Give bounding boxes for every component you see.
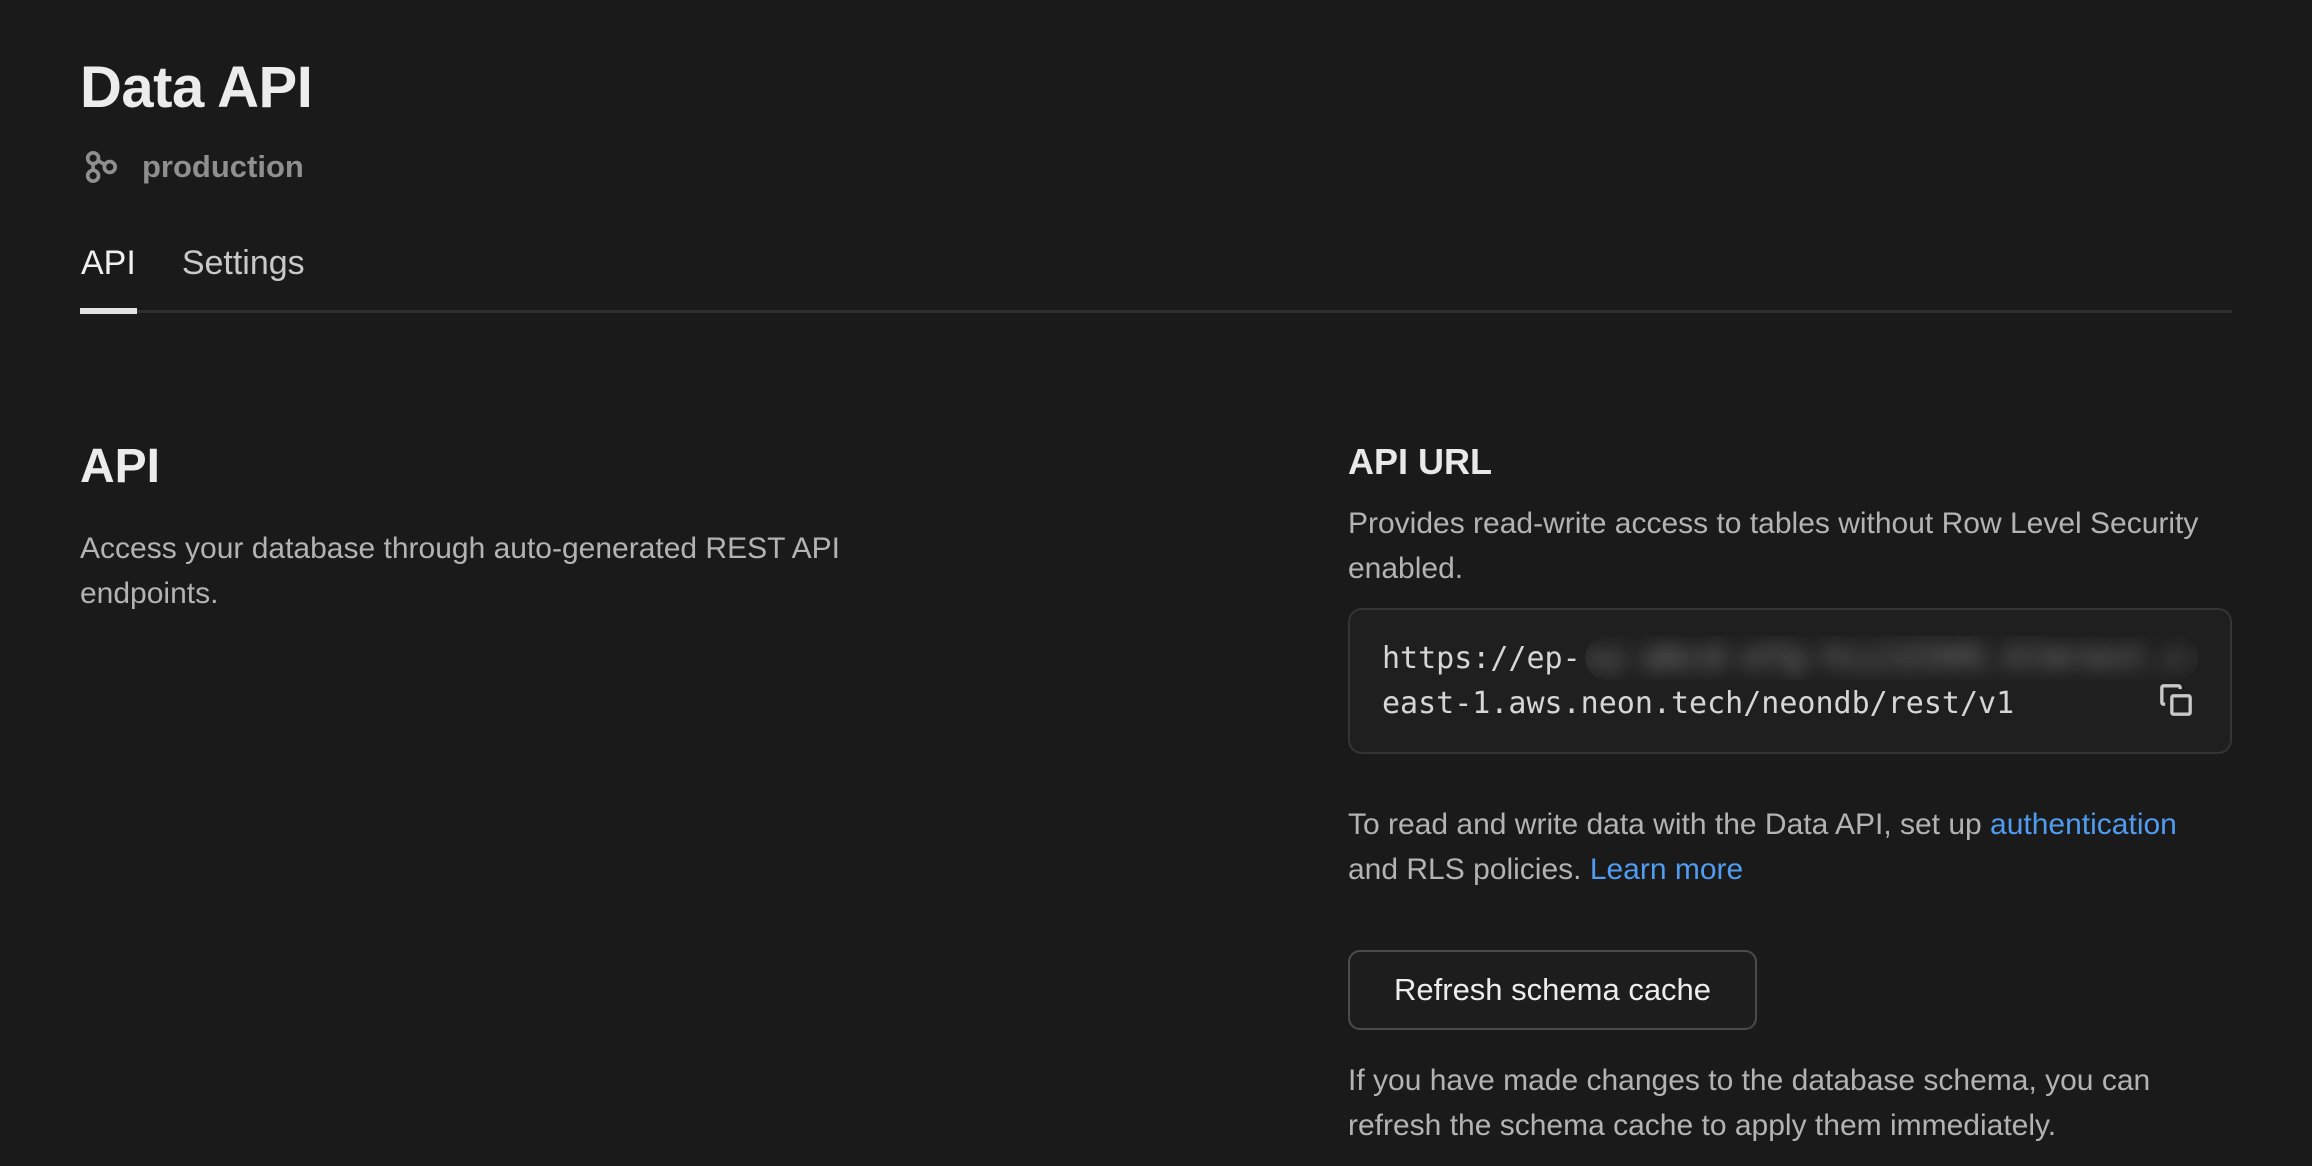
refresh-schema-cache-button[interactable]: Refresh schema cache: [1348, 950, 1757, 1030]
api-url-panel: API URL Provides read-write access to ta…: [1348, 441, 2232, 1148]
copy-api-url-button[interactable]: [2152, 678, 2200, 726]
refresh-note: If you have made changes to the database…: [1348, 1058, 2232, 1148]
auth-note: To read and write data with the Data API…: [1348, 802, 2232, 892]
data-api-page: Data API production API Settings A: [0, 0, 2312, 1166]
git-branch-icon: [80, 146, 122, 188]
api-section-description: Access your database through auto-genera…: [80, 526, 910, 616]
api-url-line-1: https://ep- xy-abcd-efg-hij12345.klmrest…: [1382, 636, 2198, 681]
page-content: Data API production API Settings A: [0, 0, 2312, 1148]
api-section-intro: API Access your database through auto-ge…: [80, 441, 910, 1148]
auth-note-text-1: To read and write data with the Data API…: [1348, 808, 1990, 841]
page-title: Data API: [80, 56, 2232, 120]
api-url-description: Provides read-write access to tables wit…: [1348, 501, 2232, 591]
authentication-link[interactable]: authentication: [1990, 808, 2177, 841]
api-url-redacted-segment: xy-abcd-efg-hij12345.klmrest.c-2.us-: [1585, 636, 2198, 680]
learn-more-link[interactable]: Learn more: [1590, 853, 1743, 886]
api-section-heading: API: [80, 441, 910, 494]
api-url-heading: API URL: [1348, 441, 2232, 483]
branch-selector[interactable]: production: [80, 146, 2232, 188]
auth-note-text-2: and RLS policies.: [1348, 853, 1590, 886]
tab-settings[interactable]: Settings: [181, 244, 306, 310]
main-section: API Access your database through auto-ge…: [80, 441, 2232, 1148]
tab-bar: API Settings: [80, 244, 2232, 313]
copy-icon: [2156, 680, 2196, 723]
api-url-line-2: east-1.aws.neon.tech/neondb/rest/v1: [1382, 681, 2198, 726]
api-url-prefix: https://ep-: [1382, 636, 1581, 681]
branch-name: production: [142, 149, 304, 185]
tab-api[interactable]: API: [80, 244, 137, 310]
api-url-code-box: https://ep- xy-abcd-efg-hij12345.klmrest…: [1348, 608, 2232, 754]
